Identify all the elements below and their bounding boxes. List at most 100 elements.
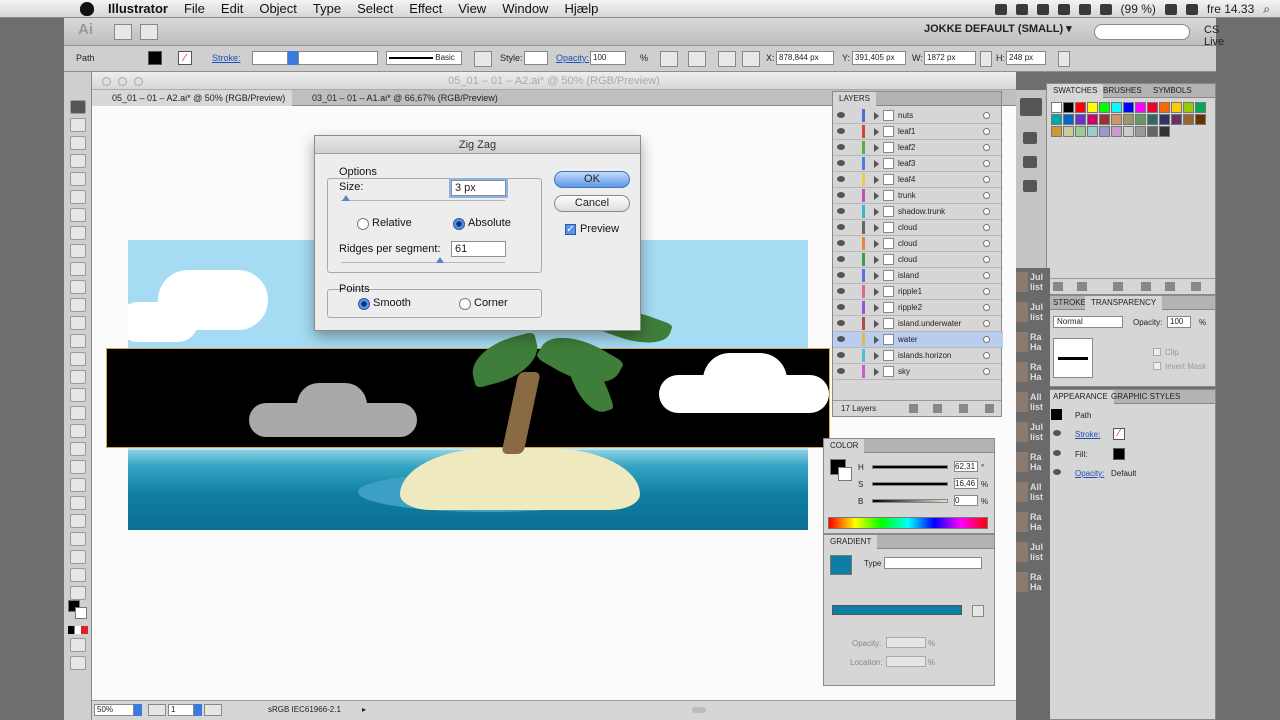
zoom-window-icon[interactable] [134,77,143,86]
brightness-field[interactable]: 0 [954,495,978,506]
visibility-eye-icon[interactable] [837,224,845,230]
layer-name[interactable]: sky [898,364,910,379]
panel-menu-icon[interactable] [1058,51,1070,67]
layer-row[interactable]: leaf4 [833,172,1003,188]
opacity-field[interactable]: 100 [590,51,626,65]
expand-triangle-icon[interactable] [874,112,879,120]
color-swatch[interactable] [1123,114,1134,125]
layer-name[interactable]: cloud [898,252,917,267]
corner-radio[interactable] [459,298,471,310]
expand-triangle-icon[interactable] [874,352,879,360]
color-spectrum[interactable] [828,517,988,529]
tab-gradient[interactable]: GRADIENT [824,535,878,549]
zoom-tool-icon[interactable] [70,586,86,600]
expand-triangle-icon[interactable] [874,176,879,184]
swatch-options-icon[interactable] [1113,282,1123,291]
color-swatch[interactable] [1111,126,1122,137]
bridge-button[interactable] [114,23,132,40]
expand-triangle-icon[interactable] [874,160,879,168]
zoom-level[interactable]: 50% [94,704,134,716]
timemachine-icon[interactable] [1057,3,1070,15]
color-swatch[interactable] [1111,102,1122,113]
paintbrush-tool-icon[interactable] [70,244,86,258]
type-tool-icon[interactable] [70,190,86,204]
target-circle-icon[interactable] [983,272,990,279]
background-window-item[interactable]: Jul list [1016,422,1050,448]
saturation-slider[interactable] [872,482,948,486]
appearance-opacity[interactable]: Opacity: [1075,469,1104,478]
background-window-item[interactable]: Ra Ha [1016,452,1050,478]
visibility-eye-icon[interactable] [837,352,845,358]
color-swatch[interactable] [1159,102,1170,113]
brightness-slider[interactable] [872,499,948,503]
appearance-stroke-swatch[interactable]: ⁄ [1113,428,1125,440]
variable-width-dropdown[interactable] [298,51,378,65]
color-swatch[interactable] [1075,114,1086,125]
delete-swatch-icon[interactable] [1191,282,1201,291]
menu-object[interactable]: Object [251,1,305,16]
color-swatch[interactable] [1159,114,1170,125]
status-menu-icon[interactable]: ▸ [362,705,366,714]
menu-app[interactable]: Illustrator [94,1,176,16]
swatch-library-icon[interactable] [1053,282,1063,291]
layer-name[interactable]: trunk [898,188,916,203]
target-circle-icon[interactable] [983,160,990,167]
clock[interactable]: fre 14.33 [1207,2,1254,16]
transform-icon[interactable] [742,51,760,67]
gradient-location-field[interactable] [886,656,926,667]
visibility-eye-icon[interactable] [837,256,845,262]
color-swatch[interactable] [1087,102,1098,113]
width-field[interactable]: 1872 px [924,51,976,65]
artboard-dropdown-icon[interactable] [194,704,202,716]
visibility-eye-icon[interactable] [1053,450,1061,456]
close-window-icon[interactable] [102,77,111,86]
stroke-weight-dropdown[interactable] [288,51,298,65]
color-swatch[interactable] [1063,102,1074,113]
layer-row[interactable]: ripple2 [833,300,1003,316]
first-artboard-icon[interactable] [148,704,166,716]
visibility-eye-icon[interactable] [837,288,845,294]
target-circle-icon[interactable] [983,240,990,247]
tab-transparency[interactable]: TRANSPARENCY [1085,296,1163,310]
target-circle-icon[interactable] [983,288,990,295]
color-swatch[interactable] [1195,114,1206,125]
hue-field[interactable]: 62,31 [954,461,978,472]
symbol-sprayer-tool-icon[interactable] [70,496,86,510]
layer-name[interactable]: island.underwater [898,316,961,331]
color-swatch[interactable] [1087,114,1098,125]
expand-triangle-icon[interactable] [874,192,879,200]
layer-row[interactable]: shadow.trunk [833,204,1003,220]
color-mode-icon[interactable] [68,626,88,634]
show-kinds-icon[interactable] [1077,282,1087,291]
color-swatch[interactable] [1171,114,1182,125]
layers-dock-icon[interactable] [1020,98,1042,116]
last-artboard-icon[interactable] [204,704,222,716]
make-clipping-mask-icon[interactable] [933,404,942,413]
graph-tool-icon[interactable] [70,514,86,528]
layer-name[interactable]: water [898,332,918,347]
color-swatch[interactable] [1135,102,1146,113]
clip-checkbox[interactable] [1153,348,1161,356]
layer-row[interactable]: leaf3 [833,156,1003,172]
color-swatch[interactable] [1075,126,1086,137]
pencil-tool-icon[interactable] [70,262,86,276]
new-sublayer-icon[interactable] [959,404,968,413]
target-circle-icon[interactable] [983,304,990,311]
visibility-eye-icon[interactable] [837,112,845,118]
stroke-label[interactable]: Stroke: [212,53,241,63]
target-circle-icon[interactable] [983,128,990,135]
expand-triangle-icon[interactable] [874,144,879,152]
tab-color[interactable]: COLOR [824,439,865,453]
target-circle-icon[interactable] [983,352,990,359]
menu-edit[interactable]: Edit [213,1,251,16]
visibility-eye-icon[interactable] [837,368,845,374]
color-swatch[interactable] [1135,114,1146,125]
layer-row[interactable]: sky [833,364,1003,380]
visibility-eye-icon[interactable] [837,176,845,182]
expand-triangle-icon[interactable] [874,256,879,264]
links-dock-icon[interactable] [1023,156,1037,168]
menu-window[interactable]: Window [494,1,556,16]
gradient-tool-icon[interactable] [70,442,86,456]
ridges-slider-track[interactable] [341,262,505,263]
target-circle-icon[interactable] [983,256,990,263]
